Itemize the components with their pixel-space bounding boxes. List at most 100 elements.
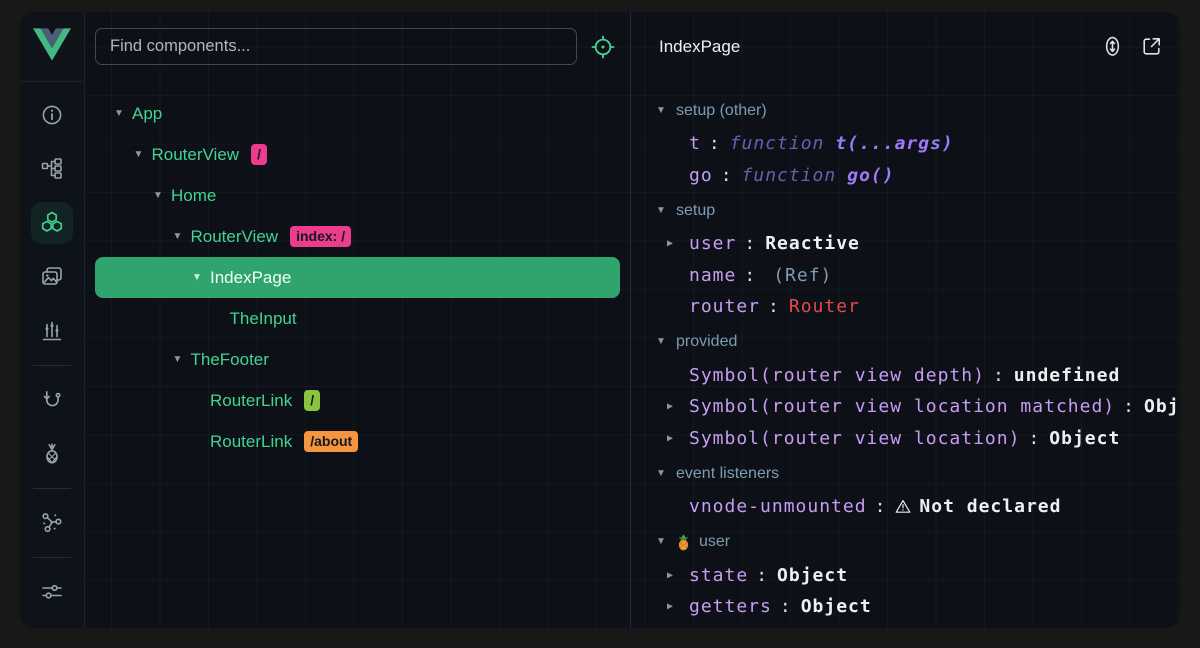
prop-row-Symbol-router-view-depth-[interactable]: Symbol(router view depth): undefined — [631, 360, 1180, 392]
chevron-down-icon: ▼ — [655, 469, 667, 479]
chevron-down-icon[interactable]: ▼ — [172, 232, 184, 242]
prop-row-getters[interactable]: ▶getters:Object — [631, 591, 1180, 623]
prop-key: Symbol(router view depth) — [689, 365, 985, 386]
prop-colon: : — [993, 365, 1005, 386]
prop-colon: : — [756, 565, 768, 586]
inspect-component-button[interactable] — [590, 34, 616, 60]
prop-value: undefined — [1014, 365, 1121, 386]
section-header-provided[interactable]: ▼provided — [631, 327, 1180, 358]
function-keyword: function — [742, 165, 837, 186]
function-signature: go() — [847, 165, 894, 186]
section-header-event-listeners[interactable]: ▼event listeners — [631, 458, 1180, 489]
sidebar-item-pinia[interactable] — [31, 433, 73, 475]
prop-row-vnode-unmounted[interactable]: vnode-unmounted:Not declared — [631, 491, 1180, 523]
chevron-down-icon[interactable]: ▼ — [172, 355, 184, 365]
prop-value: Object — [1049, 428, 1120, 449]
chevron-down-icon[interactable]: ▼ — [191, 273, 203, 283]
info-icon — [40, 103, 64, 127]
prop-colon: : — [875, 496, 887, 517]
chevron-down-icon: ▼ — [655, 206, 667, 216]
prop-row-name[interactable]: name:(Ref) — [631, 260, 1180, 292]
vue-devtools-window: { "colors": { "frame_bg": "#181818", "pa… — [0, 0, 1200, 648]
prop-value: Router — [789, 296, 860, 317]
prop-row-Symbol-router-view-location-[interactable]: ▶ Symbol(router view location): Object — [631, 423, 1180, 455]
tree-node-Home[interactable]: ▼ Home — [95, 175, 620, 216]
chevron-right-icon[interactable]: ▶ — [667, 238, 673, 249]
inspector-panel: IndexPage ▼setup (other)t:funct — [631, 12, 1180, 628]
chevron-right-icon[interactable]: ▶ — [667, 433, 673, 444]
component-name: TheFooter — [191, 350, 269, 370]
component-name: Home — [171, 186, 216, 206]
search-input[interactable] — [95, 28, 577, 65]
target-icon — [590, 48, 616, 63]
prop-key: vnode-unmounted — [689, 496, 867, 517]
prop-key: Symbol(router view location) — [689, 428, 1020, 449]
sidebar-items — [20, 82, 84, 625]
devtools-panel: ▼App▼RouterView/▼Home▼RouterViewindex: /… — [20, 12, 1180, 628]
tree-node-RouterLink[interactable]: RouterLink/ — [95, 380, 620, 421]
tree-node-RouterView[interactable]: ▼RouterView/ — [95, 134, 620, 175]
prop-row-go[interactable]: go:functiongo() — [631, 160, 1180, 192]
scroll-to-component-button[interactable] — [1099, 34, 1125, 60]
chevron-right-icon[interactable]: ▶ — [667, 570, 673, 581]
prop-value: Object — [777, 565, 848, 586]
assets-icon — [40, 265, 64, 289]
section-header-setup-other-[interactable]: ▼setup (other) — [631, 95, 1180, 126]
section-header-setup[interactable]: ▼setup — [631, 195, 1180, 226]
warning-icon — [895, 499, 911, 514]
chevron-down-icon: ▼ — [655, 106, 667, 116]
prop-row-user[interactable]: ▶user:Reactive — [631, 228, 1180, 260]
component-name: RouterView — [152, 145, 240, 165]
prop-row-t[interactable]: t:functiont(...args) — [631, 128, 1180, 160]
sidebar-divider — [33, 488, 71, 489]
prop-row-state[interactable]: ▶ state: Object — [631, 560, 1180, 592]
section-label: user — [699, 533, 730, 551]
prop-row-router[interactable]: router: Router — [631, 291, 1180, 323]
prop-key: t — [689, 133, 701, 154]
prop-colon: : — [744, 233, 756, 254]
sidebar-item-mixer[interactable] — [31, 310, 73, 352]
function-signature: t(...args) — [835, 133, 953, 154]
component-tree: ▼App▼RouterView/▼Home▼RouterViewindex: /… — [85, 81, 630, 462]
inspector-body: ▼setup (other)t:functiont(...args)go:fun… — [631, 81, 1180, 623]
tree-node-TheInput[interactable]: TheInput — [95, 298, 620, 339]
section-header-user[interactable]: ▼ user — [631, 527, 1180, 558]
component-name: RouterView — [191, 227, 279, 247]
component-tree-panel: ▼App▼RouterView/▼Home▼RouterViewindex: /… — [85, 12, 630, 628]
prop-key: Symbol(router view location matched) — [689, 396, 1115, 417]
sidebar-item-hook[interactable] — [31, 379, 73, 421]
tree-node-RouterLink[interactable]: RouterLink/about — [95, 421, 620, 462]
sidebar-divider — [33, 365, 71, 366]
sidebar-item-graph[interactable] — [31, 502, 73, 544]
tree-node-RouterView[interactable]: ▼RouterViewindex: / — [95, 216, 620, 257]
prop-colon: : — [1123, 396, 1135, 417]
chevron-down-icon: ▼ — [655, 337, 667, 347]
prop-colon: : — [768, 296, 780, 317]
chevron-right-icon[interactable]: ▶ — [667, 401, 673, 412]
component-name: RouterLink — [210, 432, 292, 452]
tree-node-IndexPage[interactable]: ▼IndexPage — [95, 257, 620, 298]
sidebar-item-info[interactable] — [31, 94, 73, 136]
chevron-down-icon[interactable]: ▼ — [133, 150, 145, 160]
sidebar-item-assets[interactable] — [31, 256, 73, 298]
tree-node-App[interactable]: ▼App — [95, 93, 620, 134]
prop-key: router — [689, 296, 760, 317]
hierarchy-icon — [40, 157, 64, 181]
graph-icon — [40, 511, 64, 535]
scroll-to-component-icon — [1100, 47, 1125, 62]
mixer-icon — [40, 319, 64, 343]
tree-node-TheFooter[interactable]: ▼ TheFooter — [95, 339, 620, 380]
chevron-down-icon[interactable]: ▼ — [113, 109, 125, 119]
prop-colon: : — [744, 265, 756, 286]
sidebar-item-settings[interactable] — [31, 571, 73, 613]
open-in-editor-button[interactable] — [1138, 34, 1164, 60]
chevron-down-icon[interactable]: ▼ — [152, 191, 164, 201]
prop-colon: : — [1028, 428, 1040, 449]
chevron-right-icon[interactable]: ▶ — [667, 601, 673, 612]
inspector-title: IndexPage — [659, 37, 1086, 57]
chevron-down-icon: ▼ — [655, 537, 667, 547]
sidebar-item-components[interactable] — [31, 202, 73, 244]
sidebar-item-hierarchy[interactable] — [31, 148, 73, 190]
prop-row-Symbol-router-view-location-matched-[interactable]: ▶Symbol(router view location matched):Ob… — [631, 391, 1180, 423]
prop-key: state — [689, 565, 748, 586]
